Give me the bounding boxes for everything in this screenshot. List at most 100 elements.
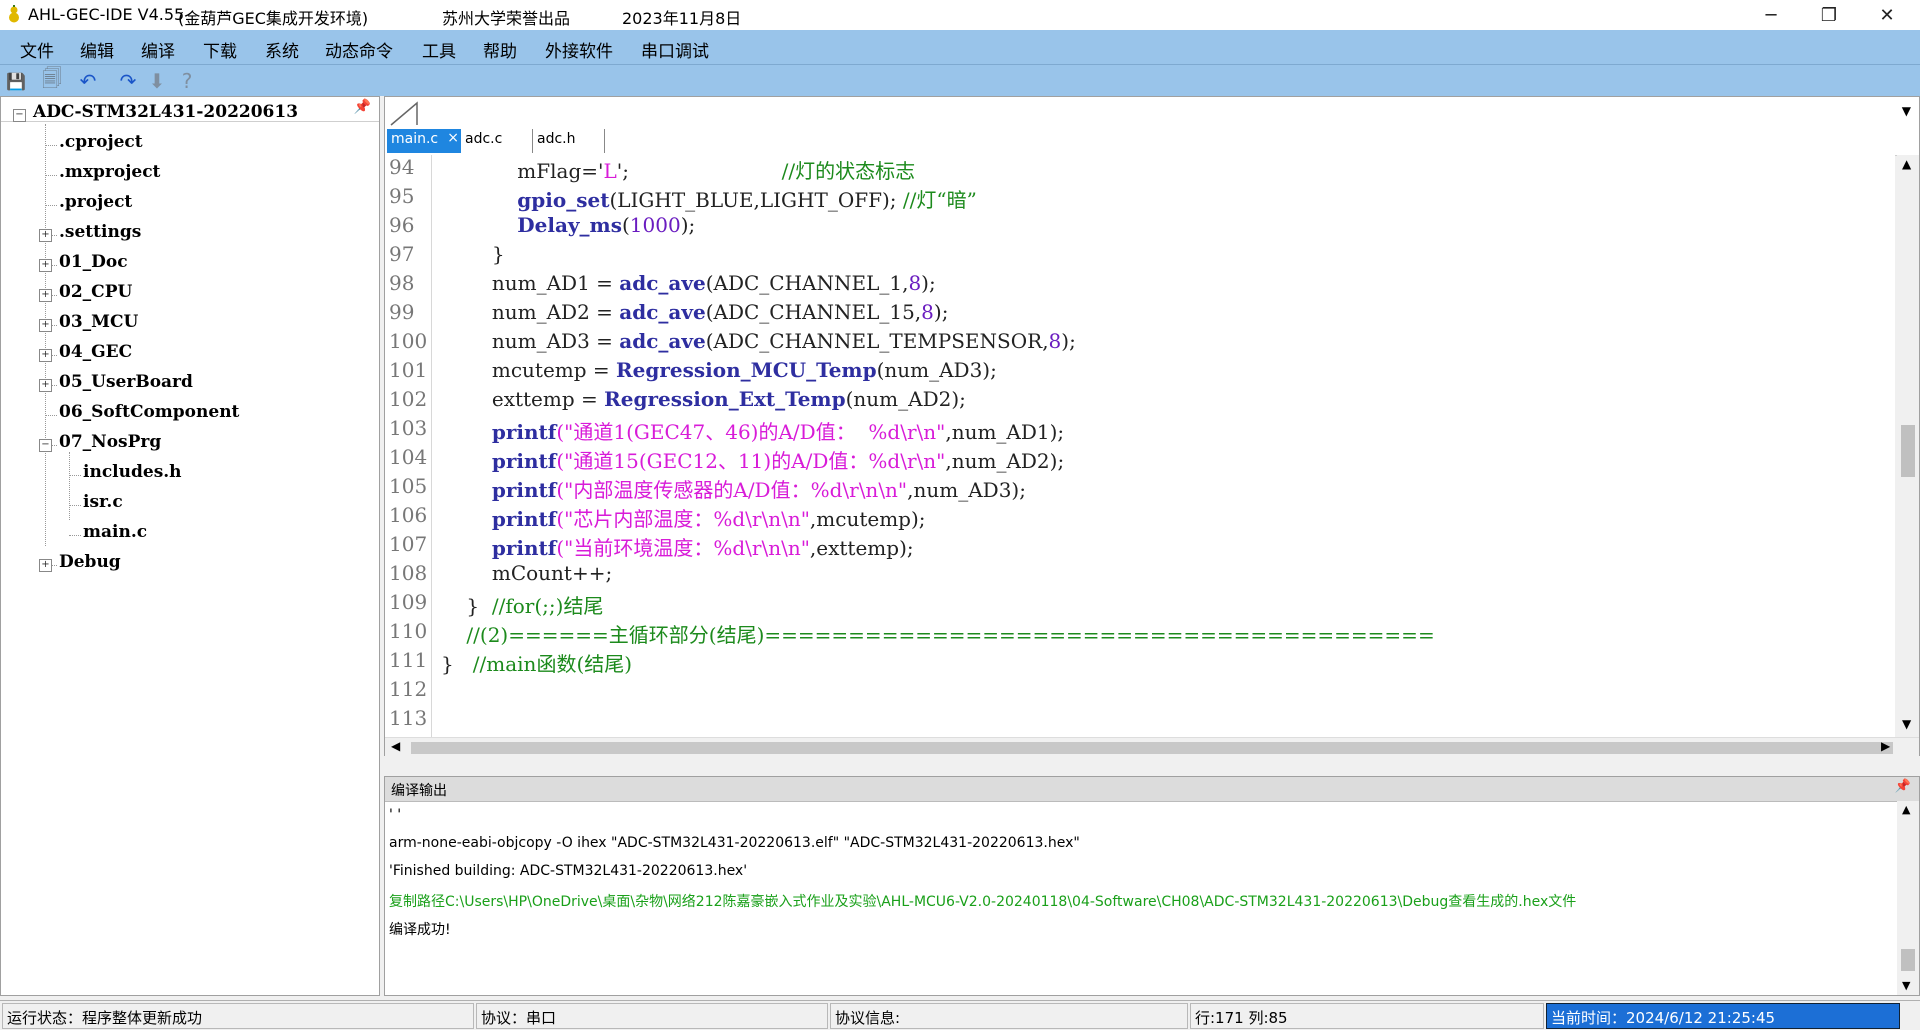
- output-line: ' ': [389, 807, 402, 823]
- editor-dropdown-icon[interactable]: ▼: [1902, 104, 1911, 118]
- code-editor[interactable]: 94 95 96 97 98 99 100 101 102 103 104 105 106 107 108 1…: [385, 155, 1895, 737]
- menu-edit[interactable]: 编辑: [80, 37, 114, 62]
- tree-connector: [69, 535, 81, 536]
- tree-item[interactable]: .settings: [59, 222, 141, 248]
- undo-icon: ↶: [79, 69, 97, 93]
- code-token: );: [933, 300, 949, 324]
- tree-item[interactable]: includes.h: [83, 462, 182, 488]
- tab-adc-c[interactable]: adc.c: [461, 129, 533, 153]
- scroll-up-icon[interactable]: ▲: [1902, 803, 1910, 816]
- menu-dynamic-command[interactable]: 动态命令: [325, 37, 393, 62]
- tree-item[interactable]: .mxproject: [59, 162, 160, 188]
- compile-output-panel: 编译输出 📌 ' ' arm-none-eabi-objcopy -O ihex …: [384, 776, 1920, 996]
- expand-toggle-icon[interactable]: +: [39, 229, 52, 242]
- pin-icon[interactable]: 📌: [1895, 779, 1911, 794]
- menu-bar: 文件 编辑 编译 下载 系统 动态命令 工具 帮助 外接软件 串口调试: [0, 30, 1920, 64]
- tree-item[interactable]: 03_MCU: [59, 312, 138, 338]
- code-token: (num_AD2);: [845, 387, 966, 411]
- scroll-down-icon[interactable]: ▼: [1902, 717, 1911, 731]
- app-logo-icon: [9, 5, 19, 23]
- code-token: mcutemp =: [441, 358, 617, 382]
- menu-system[interactable]: 系统: [265, 37, 299, 62]
- line-number: 104: [389, 445, 428, 469]
- scroll-down-icon[interactable]: ▼: [1902, 979, 1910, 992]
- expand-toggle-icon[interactable]: +: [39, 559, 52, 572]
- code-token: //灯的状态标志: [781, 159, 916, 183]
- vertical-scroll-thumb[interactable]: [1901, 425, 1915, 477]
- tree-item[interactable]: 06_SoftComponent: [59, 402, 239, 428]
- tree-item[interactable]: .cproject: [59, 132, 143, 158]
- save-all-button[interactable]: 🗐: [40, 66, 64, 93]
- scroll-up-icon[interactable]: ▲: [1902, 157, 1911, 171]
- redo-button[interactable]: ↷: [116, 69, 140, 93]
- code-token: (ADC_CHANNEL_1,: [705, 271, 909, 295]
- tab-main-c[interactable]: main.c ×: [387, 129, 461, 153]
- tree-item[interactable]: Debug: [59, 552, 121, 578]
- code-token: mFlag=': [441, 159, 604, 183]
- expand-toggle-icon[interactable]: +: [39, 379, 52, 392]
- output-scroll-thumb[interactable]: [1901, 949, 1915, 971]
- expand-toggle-icon[interactable]: +: [39, 259, 52, 272]
- code-token: adc_ave: [619, 329, 706, 353]
- menu-serial-debug[interactable]: 串口调试: [641, 37, 709, 62]
- tree-item[interactable]: 02_CPU: [59, 282, 132, 308]
- code-token: (ADC_CHANNEL_15,: [705, 300, 922, 324]
- code-token: exttemp =: [441, 387, 605, 411]
- tree-item[interactable]: .project: [59, 192, 132, 218]
- tree-item[interactable]: 01_Doc: [59, 252, 128, 278]
- help-button[interactable]: ?: [175, 69, 199, 93]
- tree-item[interactable]: isr.c: [83, 492, 123, 518]
- tree-item-label: isr.c: [83, 492, 123, 512]
- download-button[interactable]: ⬇: [145, 69, 169, 93]
- output-line: 'Finished building: ADC-STM32L431-202206…: [389, 863, 748, 879]
- expand-toggle-icon[interactable]: +: [39, 319, 52, 332]
- tree-item[interactable]: 07_NosPrg: [59, 432, 161, 458]
- scroll-left-icon[interactable]: ◀: [391, 739, 400, 753]
- tree-item-label: Debug: [59, 552, 121, 572]
- code-token: //main函数(结尾): [472, 652, 633, 676]
- code-line: printf("当前环境温度：%d\r\n\n",exttemp);: [441, 532, 914, 561]
- expand-toggle-icon[interactable]: +: [39, 289, 52, 302]
- line-number: 113: [389, 706, 428, 730]
- collapse-toggle-icon[interactable]: −: [13, 109, 26, 122]
- code-token: //for(;;)结尾: [491, 594, 604, 618]
- close-button[interactable]: ✕: [1858, 0, 1916, 30]
- tree-item-label: .settings: [59, 222, 142, 242]
- code-token: );: [921, 271, 936, 295]
- vertical-scrollbar[interactable]: ▲ ▼: [1897, 155, 1919, 737]
- horizontal-scroll-thumb[interactable]: [411, 742, 1893, 754]
- undo-button[interactable]: ↶: [76, 69, 100, 93]
- tree-item[interactable]: main.c: [83, 522, 147, 548]
- line-number: 101: [389, 358, 428, 382]
- tree-item[interactable]: 04_GEC: [59, 342, 132, 368]
- scroll-right-icon[interactable]: ▶: [1881, 739, 1890, 753]
- code-token: printf: [491, 507, 557, 531]
- maximize-button[interactable]: ❐: [1800, 0, 1858, 30]
- menu-file[interactable]: 文件: [20, 37, 54, 62]
- minimize-button[interactable]: ─: [1742, 0, 1800, 30]
- redo-icon: ↷: [119, 69, 137, 93]
- line-number: 112: [389, 677, 428, 701]
- pin-icon[interactable]: 📌: [354, 99, 371, 115]
- tab-close-icon[interactable]: ×: [447, 130, 459, 146]
- output-scrollbar[interactable]: ▲ ▼: [1897, 801, 1919, 995]
- menu-download[interactable]: 下载: [203, 37, 237, 62]
- tree-connector: [45, 124, 46, 546]
- status-current-time: 当前时间：2024/6/12 21:25:45: [1546, 1003, 1900, 1029]
- save-button[interactable]: 💾: [4, 69, 28, 93]
- code-line: }: [441, 242, 505, 266]
- code-token: Regression_MCU_Temp: [616, 358, 877, 382]
- collapse-toggle-icon[interactable]: −: [39, 439, 52, 452]
- menu-compile[interactable]: 编译: [141, 37, 175, 62]
- tab-adc-h[interactable]: adc.h: [533, 129, 605, 153]
- expand-toggle-icon[interactable]: +: [39, 349, 52, 362]
- menu-help[interactable]: 帮助: [483, 37, 517, 62]
- tree-item[interactable]: 05_UserBoard: [59, 372, 193, 398]
- horizontal-scrollbar[interactable]: ◀ ▶: [385, 737, 1919, 758]
- menu-external-software[interactable]: 外接软件: [545, 37, 613, 62]
- code-line: } //main函数(结尾): [441, 648, 632, 677]
- tree-connector: [69, 475, 81, 476]
- menu-tools[interactable]: 工具: [422, 37, 456, 62]
